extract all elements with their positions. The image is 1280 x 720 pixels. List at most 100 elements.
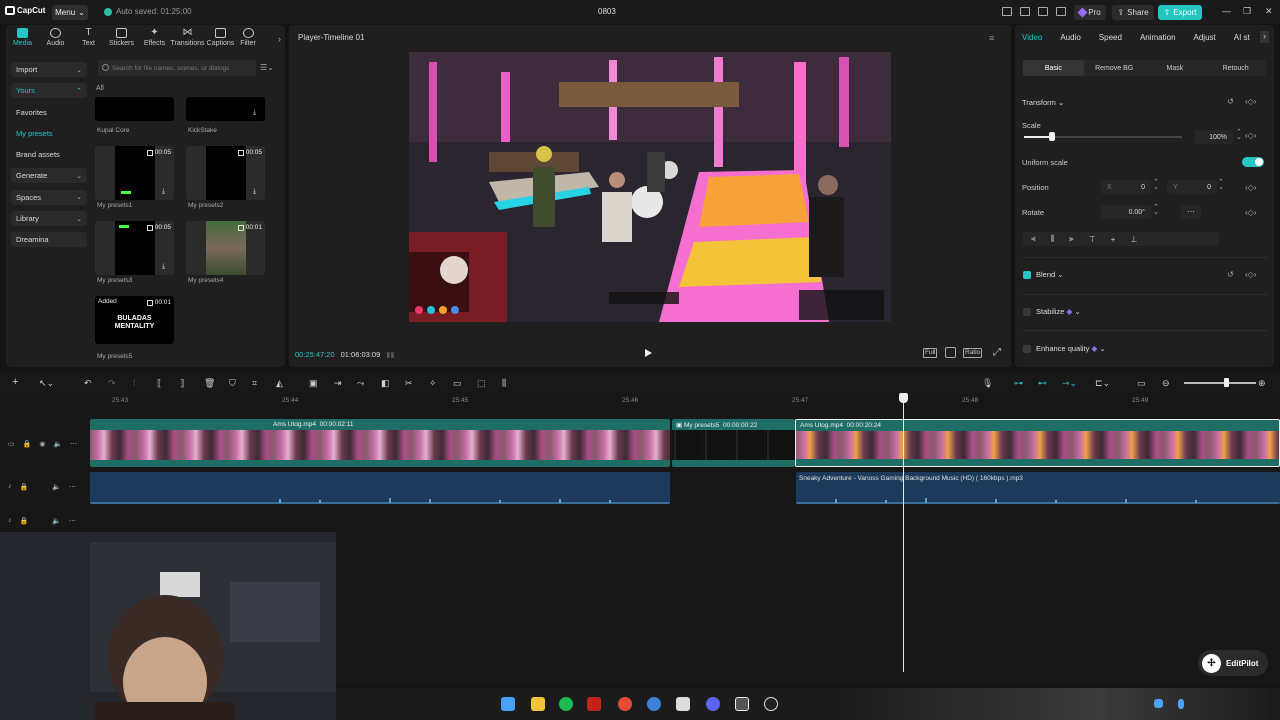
- tab-audio[interactable]: Audio: [1060, 33, 1080, 42]
- linkage-icon[interactable]: ⊸⌄: [1062, 378, 1077, 389]
- keyframe-icon[interactable]: ‹◇›: [1245, 183, 1256, 192]
- more-icon[interactable]: ⋯: [69, 517, 76, 525]
- microphone-icon[interactable]: 🎙: [982, 378, 993, 389]
- speed-ramp-icon[interactable]: ⤳: [357, 378, 364, 389]
- capcut-taskbar-icon[interactable]: [676, 697, 690, 711]
- tab-transitions[interactable]: ⋈ Transitions: [171, 25, 205, 53]
- blend-checkbox[interactable]: [1023, 271, 1031, 279]
- zoom-out-icon[interactable]: ⊖: [1162, 378, 1170, 389]
- more-icon[interactable]: ⋯: [70, 440, 77, 448]
- align-right-icon[interactable]: ⫸: [1069, 234, 1074, 244]
- playhead[interactable]: [903, 394, 904, 672]
- sidebar-item-my-presets[interactable]: My presets: [11, 126, 87, 141]
- volume-icon[interactable]: 🔈: [52, 483, 61, 491]
- sidebar-item-generate[interactable]: Generate ⌄: [11, 168, 87, 184]
- media-item-my-presets3[interactable]: 00:05 ⤓: [95, 221, 174, 275]
- tray-icon[interactable]: [1154, 699, 1163, 708]
- preview-axis-icon[interactable]: ⊏⌄: [1095, 378, 1110, 389]
- scale-value-field[interactable]: 100%: [1195, 130, 1233, 144]
- tab-animation[interactable]: Animation: [1140, 33, 1176, 42]
- tab-video[interactable]: Video: [1022, 33, 1042, 42]
- maximize-icon[interactable]: ❐: [1243, 6, 1251, 17]
- more-icon[interactable]: ⋯: [69, 483, 76, 491]
- magic-icon[interactable]: ✧: [429, 378, 437, 389]
- scale-stepper-icon[interactable]: ⌃ ⌄: [1236, 129, 1242, 141]
- media-item-kickstake[interactable]: ⤓: [186, 97, 265, 121]
- tab-stickers[interactable]: Stickers: [105, 25, 138, 53]
- audio-clip[interactable]: Sneaky Adventure - Vanoss Gaming Backgro…: [796, 472, 1280, 504]
- position-x-field[interactable]: X0: [1101, 180, 1151, 194]
- rotate-dial-icon[interactable]: ⋯: [1181, 205, 1201, 219]
- undo-icon[interactable]: ↶: [84, 378, 92, 389]
- media-search-input[interactable]: Search for file names, scenes, or dialog…: [98, 60, 256, 76]
- reset-icon[interactable]: ↺: [1227, 97, 1234, 106]
- chrome-icon[interactable]: [618, 697, 632, 711]
- keyframe-icon[interactable]: ‹◇›: [1245, 270, 1256, 279]
- volume-icon[interactable]: 🔈: [53, 440, 62, 448]
- mirror-icon[interactable]: ◧: [381, 378, 390, 389]
- settings-icon[interactable]: [1056, 7, 1066, 16]
- player-menu-icon[interactable]: ≡: [989, 33, 994, 43]
- audio-clip[interactable]: [90, 472, 670, 504]
- media-player-icon[interactable]: [764, 697, 778, 711]
- sidebar-item-yours[interactable]: Yours ⌃: [11, 83, 87, 99]
- delete-icon[interactable]: 🗑: [204, 378, 215, 389]
- layout-icon[interactable]: [1002, 7, 1012, 16]
- menu-button[interactable]: Menu ⌄: [52, 5, 88, 20]
- stabilize-section-title[interactable]: Stabilize ◆ ⌄: [1036, 307, 1081, 316]
- ratio-button[interactable]: Ratio: [963, 348, 983, 358]
- playhead-handle[interactable]: [899, 393, 908, 403]
- tab-ai-style[interactable]: AI st: [1234, 33, 1254, 42]
- media-item-my-presets4[interactable]: 00:01: [186, 221, 265, 275]
- transform-section-title[interactable]: Transform ⌄: [1022, 98, 1064, 107]
- sidebar-item-library[interactable]: Library ⌄: [11, 211, 87, 227]
- download-icon[interactable]: ⤓: [162, 263, 170, 271]
- tab-speed[interactable]: Speed: [1099, 33, 1122, 42]
- tab-media[interactable]: Media: [6, 25, 39, 53]
- video-clip-selected[interactable]: Ams Utog.mp4 00:00:20:24: [795, 419, 1280, 467]
- enhance-quality-section-title[interactable]: Enhance quality ◆ ⌄: [1036, 344, 1106, 353]
- media-item-kupal-core[interactable]: [95, 97, 174, 121]
- mask-icon[interactable]: ◭: [276, 378, 283, 389]
- subtab-mask[interactable]: Mask: [1145, 60, 1206, 76]
- video-preview[interactable]: [409, 52, 891, 322]
- enhance-quality-checkbox[interactable]: [1023, 345, 1031, 353]
- video-clip[interactable]: ▣ My presets5 00:00:00:22: [672, 419, 795, 467]
- file-explorer-icon[interactable]: [531, 697, 545, 711]
- subtab-retouch[interactable]: Retouch: [1205, 60, 1266, 76]
- panel-icon[interactable]: [1020, 7, 1030, 16]
- caption-icon[interactable]: ▭: [453, 378, 462, 389]
- tab-audio[interactable]: Audio: [39, 25, 72, 53]
- discord-icon[interactable]: [706, 697, 720, 711]
- blend-section-title[interactable]: Blend ⌄: [1036, 270, 1064, 279]
- select-tool-icon[interactable]: ↖⌄: [39, 378, 54, 389]
- editpilot-button[interactable]: ✢ EditPilot: [1198, 650, 1268, 676]
- minimize-icon[interactable]: —: [1222, 6, 1231, 16]
- tray-mic-icon[interactable]: [1178, 699, 1184, 709]
- full-quality-button[interactable]: Full: [923, 348, 938, 358]
- pro-button[interactable]: Pro: [1074, 5, 1106, 20]
- align-center-h-icon[interactable]: ⫼: [1051, 234, 1055, 244]
- align-top-icon[interactable]: ⊤: [1089, 235, 1096, 244]
- split-left-icon[interactable]: ⟦: [157, 378, 161, 389]
- tab-text[interactable]: T Text: [72, 25, 105, 53]
- align-middle-icon[interactable]: +: [1111, 235, 1116, 244]
- rotate-stepper-icon[interactable]: ⌃ ⌄: [1153, 204, 1159, 216]
- split-right-icon[interactable]: ⟧: [180, 378, 184, 389]
- lock-icon[interactable]: 🔒: [20, 517, 29, 525]
- position-y-field[interactable]: Y0: [1167, 180, 1217, 194]
- app-icon[interactable]: [587, 697, 601, 711]
- sidebar-item-favorites[interactable]: Favorites: [11, 105, 87, 120]
- video-clip[interactable]: Ams Utog.mp4 00:00:02:11: [90, 419, 670, 467]
- play-button[interactable]: [645, 349, 652, 357]
- lock-icon[interactable]: 🔒: [20, 483, 29, 491]
- audio-wave-icon[interactable]: ⫼: [502, 378, 506, 389]
- zoom-slider-knob[interactable]: [1224, 378, 1229, 387]
- keyframe-icon[interactable]: ‹◇›: [1245, 208, 1256, 217]
- download-icon[interactable]: ⤓: [253, 109, 261, 117]
- uniform-scale-toggle[interactable]: [1242, 157, 1264, 167]
- stabilize-checkbox[interactable]: [1023, 308, 1031, 316]
- extend-icon[interactable]: ⇥: [334, 378, 342, 389]
- sidebar-item-brand-assets[interactable]: Brand assets: [11, 147, 87, 162]
- time-ruler[interactable]: 25:43 25:44 25:45 25:46 25:47 25:48 25:4…: [90, 393, 1280, 407]
